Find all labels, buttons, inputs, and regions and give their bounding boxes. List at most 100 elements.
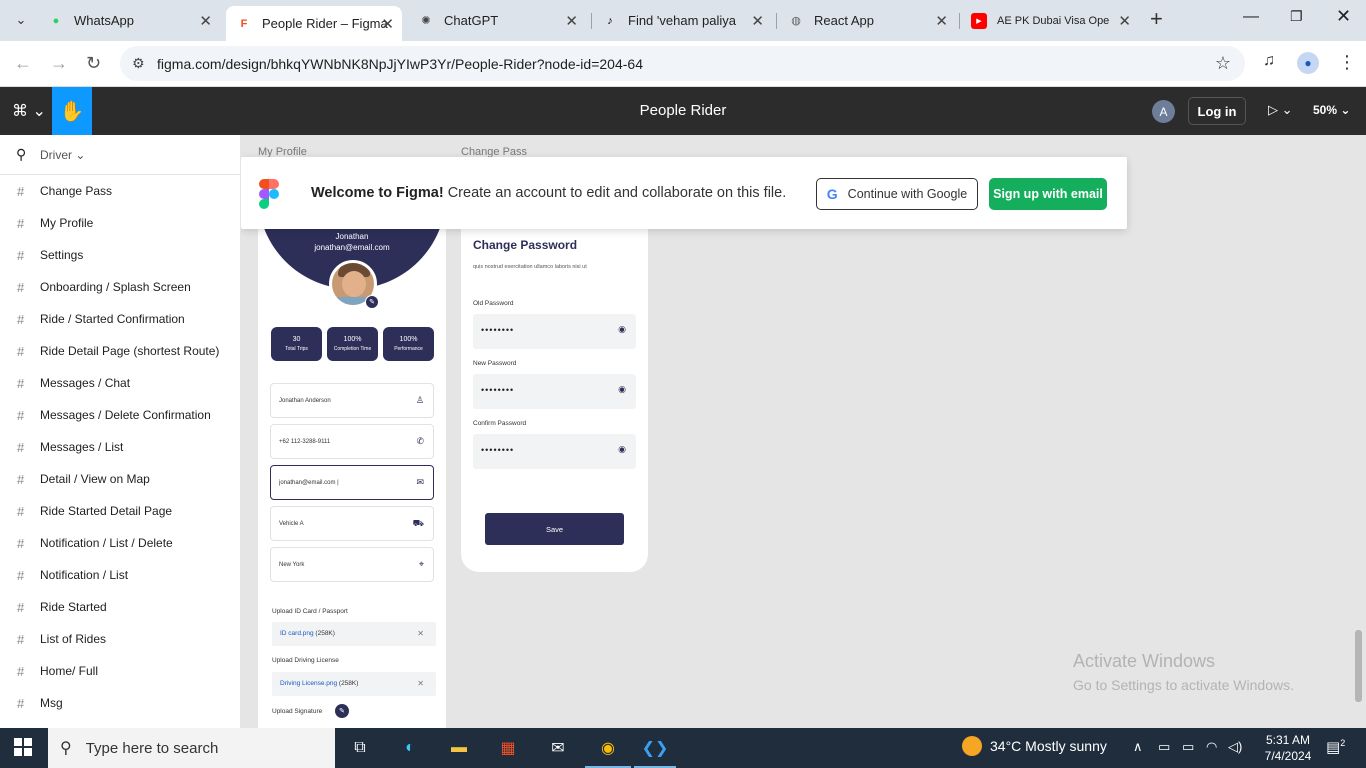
avatar[interactable]: A bbox=[1152, 100, 1175, 123]
omnibox[interactable]: ⚙ figma.com/design/bhkqYWNbNK8NpJjYIwP3Y… bbox=[120, 46, 1245, 81]
window-close-button[interactable]: ✕ bbox=[1336, 6, 1351, 27]
frame-item[interactable]: # Detail / View on Map bbox=[0, 463, 240, 495]
my-profile-frame[interactable]: Jonathan jonathan@email.com ✎ 30 Total T… bbox=[258, 229, 446, 728]
tab-chatgpt[interactable]: ✺ ChatGPT ✕ bbox=[408, 6, 586, 35]
upload-id-label: Upload ID Card / Passport bbox=[272, 608, 348, 615]
restore-button[interactable]: ❐ bbox=[1290, 8, 1303, 25]
design-canvas[interactable]: My Profile Change Pass Jonathan jonathan… bbox=[241, 135, 1366, 728]
canvas-scrollbar[interactable] bbox=[1355, 630, 1362, 702]
taskbar-search[interactable]: ⚲ Type here to search bbox=[48, 728, 335, 768]
edge-icon[interactable]: ◐ bbox=[398, 736, 422, 760]
frame-item[interactable]: # Messages / Chat bbox=[0, 367, 240, 399]
forward-button[interactable]: → bbox=[50, 53, 68, 74]
bookmark-star-icon[interactable]: ☆ bbox=[1215, 53, 1231, 74]
continue-with-google-button[interactable]: G Continue with Google bbox=[816, 178, 978, 210]
new-tab-button[interactable]: + bbox=[1150, 8, 1163, 30]
frame-item[interactable]: # Messages / Delete Confirmation bbox=[0, 399, 240, 431]
close-icon[interactable]: ✕ bbox=[565, 12, 578, 30]
frame-item[interactable]: # Msg bbox=[0, 687, 240, 719]
upload-signature-label: Upload Signature bbox=[272, 708, 323, 715]
weather-widget[interactable]: 34°C Mostly sunny bbox=[962, 736, 1107, 756]
tab-whatsapp[interactable]: ● WhatsApp ✕ bbox=[38, 6, 220, 35]
url-text[interactable]: figma.com/design/bhkqYWNbNK8NpJjYIwP3Yr/… bbox=[157, 56, 643, 72]
frame-item[interactable]: # Ride / Started Confirmation bbox=[0, 303, 240, 335]
tab-react-app[interactable]: ◍ React App ✕ bbox=[778, 6, 956, 35]
tab-youtube[interactable]: ▶ AE PK Dubai Visa Ope ✕ bbox=[961, 6, 1139, 35]
figma-main-menu-icon[interactable]: ⌘ ⌄ bbox=[12, 101, 46, 121]
frame-item[interactable]: # Ride Detail Page (shortest Route) bbox=[0, 335, 240, 367]
meet-now-icon[interactable]: ▭ bbox=[1158, 739, 1170, 755]
tab-separator bbox=[959, 13, 960, 29]
frame-item[interactable]: # Notification / List / Delete bbox=[0, 527, 240, 559]
file-size: (258K) bbox=[338, 680, 359, 687]
field-value: Jonathan Anderson bbox=[279, 398, 331, 404]
stat-value: 100% bbox=[343, 336, 362, 343]
windows-start-icon[interactable] bbox=[14, 738, 32, 756]
frame-item[interactable]: # Onboarding / Splash Screen bbox=[0, 271, 240, 303]
change-pass-frame[interactable]: Change Password quis nostrud exercitatio… bbox=[461, 229, 648, 572]
taskbar-clock[interactable]: 5:31 AM 7/4/2024 bbox=[1258, 732, 1318, 764]
battery-icon[interactable]: ▭ bbox=[1182, 739, 1194, 755]
site-settings-icon[interactable]: ⚙ bbox=[132, 55, 145, 72]
tab-tiktok[interactable]: ♪ Find 'veham paliya si ✕ bbox=[592, 6, 772, 35]
frame-item[interactable]: # List of Rides bbox=[0, 623, 240, 655]
tab-title: ChatGPT bbox=[444, 13, 499, 28]
zoom-dropdown[interactable]: 50% ⌄ bbox=[1313, 103, 1350, 117]
edit-signature-icon: ✎ bbox=[335, 704, 349, 718]
vehicle-field: Vehicle A ⛟ bbox=[270, 506, 434, 541]
present-play-icon[interactable]: ▷ ⌄ bbox=[1268, 102, 1293, 118]
mail-icon[interactable]: ✉ bbox=[546, 736, 570, 760]
tray-chevron-icon[interactable]: ∧ bbox=[1133, 739, 1143, 755]
frame-item[interactable]: # Home/ Full bbox=[0, 655, 240, 687]
frame-item[interactable]: # Messages / List bbox=[0, 431, 240, 463]
frame-label: Onboarding / Splash Screen bbox=[40, 280, 191, 294]
close-icon[interactable]: ✕ bbox=[935, 12, 948, 30]
new-password-field: •••••••• ◉ bbox=[473, 374, 636, 409]
password-dots: •••••••• bbox=[481, 325, 515, 335]
wifi-icon[interactable]: ◠ bbox=[1206, 739, 1217, 755]
frame-item[interactable]: # Settings bbox=[0, 239, 240, 271]
frame-item[interactable]: # Notification / List bbox=[0, 559, 240, 591]
stat-value: 100% bbox=[399, 336, 418, 343]
notification-center-icon[interactable]: ▤2 bbox=[1326, 738, 1345, 756]
eye-icon: ◉ bbox=[618, 444, 626, 454]
phone-icon: ✆ bbox=[416, 436, 424, 446]
close-icon[interactable]: ✕ bbox=[751, 12, 764, 30]
volume-icon[interactable]: ◁) bbox=[1228, 739, 1242, 755]
close-icon[interactable]: ✕ bbox=[381, 15, 394, 33]
email-field: jonathan@email.com | ✉ bbox=[270, 465, 434, 500]
sign-up-email-button[interactable]: Sign up with email bbox=[989, 178, 1107, 210]
chrome-icon[interactable]: ◉ bbox=[596, 736, 620, 760]
field-value: +62 112-3288-9111 bbox=[279, 439, 331, 445]
stat-performance: 100% Performance bbox=[383, 327, 434, 361]
file-explorer-icon[interactable]: ▬ bbox=[447, 736, 471, 760]
stat-total-trips: 30 Total Trips bbox=[271, 327, 322, 361]
banner-message: Welcome to Figma! Create an account to e… bbox=[311, 185, 786, 201]
close-icon[interactable]: ✕ bbox=[199, 12, 212, 30]
frame-item[interactable]: # Change Pass bbox=[0, 175, 240, 207]
frame-item[interactable]: # My Profile bbox=[0, 207, 240, 239]
frame-label: Messages / List bbox=[40, 440, 124, 454]
login-button[interactable]: Log in bbox=[1188, 97, 1246, 125]
reload-button[interactable]: ↻ bbox=[86, 53, 101, 74]
chrome-menu-icon[interactable]: ⋮ bbox=[1338, 52, 1356, 73]
profile-button[interactable]: ● bbox=[1297, 52, 1319, 74]
task-view-icon[interactable]: ⧉ bbox=[348, 736, 372, 760]
eye-icon: ◉ bbox=[618, 384, 626, 394]
tab-figma[interactable]: F People Rider – Figma ✕ bbox=[226, 6, 402, 41]
frame-label: Notification / List / Delete bbox=[40, 536, 173, 550]
password-dots: •••••••• bbox=[481, 385, 515, 395]
media-control-icon[interactable]: ♫ bbox=[1263, 52, 1275, 70]
page-selector[interactable]: ⚲ Driver ⌄ bbox=[0, 135, 240, 175]
page-selector-label[interactable]: Driver ⌄ bbox=[40, 148, 85, 162]
profile-name: Jonathan bbox=[335, 232, 369, 241]
tab-search-icon[interactable]: ⌄ bbox=[8, 7, 34, 33]
frame-item[interactable]: # Ride Started bbox=[0, 591, 240, 623]
vscode-icon[interactable]: ❮❯ bbox=[642, 736, 669, 760]
close-icon[interactable]: ✕ bbox=[1118, 12, 1131, 30]
minimize-button[interactable]: — bbox=[1243, 8, 1259, 26]
store-icon[interactable]: ▦ bbox=[496, 736, 520, 760]
frame-item[interactable]: # Ride Started Detail Page bbox=[0, 495, 240, 527]
back-button[interactable]: ← bbox=[14, 53, 32, 74]
hand-tool-icon[interactable]: ✋ bbox=[52, 87, 92, 135]
